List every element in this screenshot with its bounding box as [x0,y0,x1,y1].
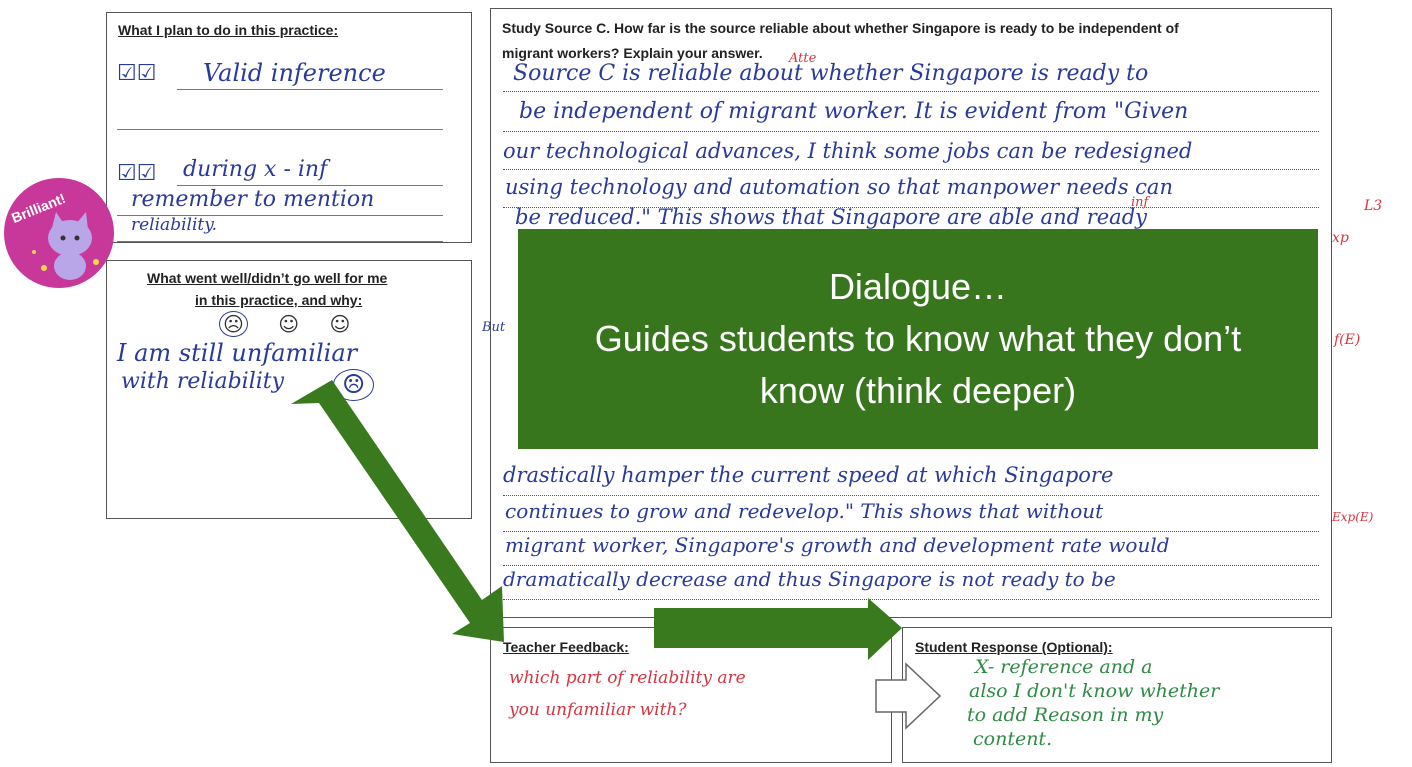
happy-face-icon[interactable]: ☺ [329,312,350,336]
margin-but: But [482,320,506,335]
teacher-line-1: which part of reliability are [509,668,746,688]
teacher-title: Teacher Feedback: [503,639,629,655]
answer-line: be reduced." This shows that Singapore a… [515,205,1148,229]
answer-line: be independent of migrant worker. It is … [519,99,1189,124]
margin-xp: xp [1332,230,1349,246]
answer-rule [503,565,1319,566]
answer-line: Source C is reliable about whether Singa… [513,61,1149,86]
plan-rule [117,241,443,242]
teacher-feedback-box: Teacher Feedback: which part of reliabil… [490,627,892,763]
student-line-3: to add Reason in my [967,704,1164,726]
margin-fe: f(E) [1334,332,1361,348]
student-title: Student Response (Optional): [915,639,1113,655]
student-line-1: X- reference and a [975,656,1153,678]
plan-rule [177,89,443,90]
answer-rule [503,131,1319,132]
plan-item-3a: remember to mention [131,187,375,212]
answer-rule [503,599,1319,600]
reflection-title-2: in this practice, and why: [195,292,363,308]
overlay-line-1: Dialogue… [828,266,1008,307]
answer-line: using technology and automation so that … [505,175,1173,199]
reflection-answer-1: I am still unfamiliar [117,339,358,367]
student-response-box: Student Response (Optional): X- referenc… [902,627,1332,763]
student-line-4: content. [973,728,1053,750]
margin-l3: L3 [1364,198,1383,214]
plan-title: What I plan to do in this practice: [118,22,339,38]
face-options: ☹ ☺ ☺ [219,311,350,337]
sad-face-icon[interactable]: ☹ [219,311,248,337]
reflection-box: What went well/didn’t go well for me in … [106,260,472,519]
annotation-atte: Atte [789,51,817,66]
answer-line: continues to grow and redevelop." This s… [505,499,1104,523]
plan-item-2: during x - inf [183,157,328,182]
teacher-line-2: you unfamiliar with? [509,700,687,720]
neutral-face-icon[interactable]: ☺ [278,312,299,336]
answer-line: migrant worker, Singapore's growth and d… [505,533,1170,557]
checkbox-icon: ☑☑ [117,161,157,186]
answer-line: our technological advances, I think some… [503,139,1193,163]
answer-line: dramatically decrease and thus Singapore… [503,567,1116,591]
answer-rule [503,91,1319,92]
overlay-line-2: Guides students to know what they don’t [594,318,1242,359]
overlay-line-3: know (think deeper) [759,370,1077,411]
frown-doodle-icon: ☹ [333,369,375,401]
plan-rule [177,185,443,186]
annotation-inf: inf [1131,195,1149,210]
plan-item-3b: reliability. [131,215,217,235]
source-question-1: Study Source C. How far is the source re… [502,20,1179,36]
margin-expe: Exp(E) [1332,510,1374,524]
student-line-2: also I don't know whether [969,680,1220,702]
dialogue-overlay: Dialogue… Guides students to know what t… [518,229,1318,449]
brilliant-sticker: Brilliant! [4,178,114,288]
reflection-answer-2: with reliability [121,369,285,394]
cat-icon [32,212,99,280]
plan-item-1: Valid inference [203,59,386,87]
answer-line: drastically hamper the current speed at … [503,463,1114,487]
plan-rule [117,129,443,130]
reflection-title-1: What went well/didn’t go well for me [147,270,388,286]
plan-box: What I plan to do in this practice: ☑☑ V… [106,12,472,243]
source-question-2: migrant workers? Explain your answer. [502,45,763,61]
answer-rule [503,531,1319,532]
answer-rule [503,169,1319,170]
checkbox-icon: ☑☑ [117,61,157,86]
answer-rule [503,495,1319,496]
